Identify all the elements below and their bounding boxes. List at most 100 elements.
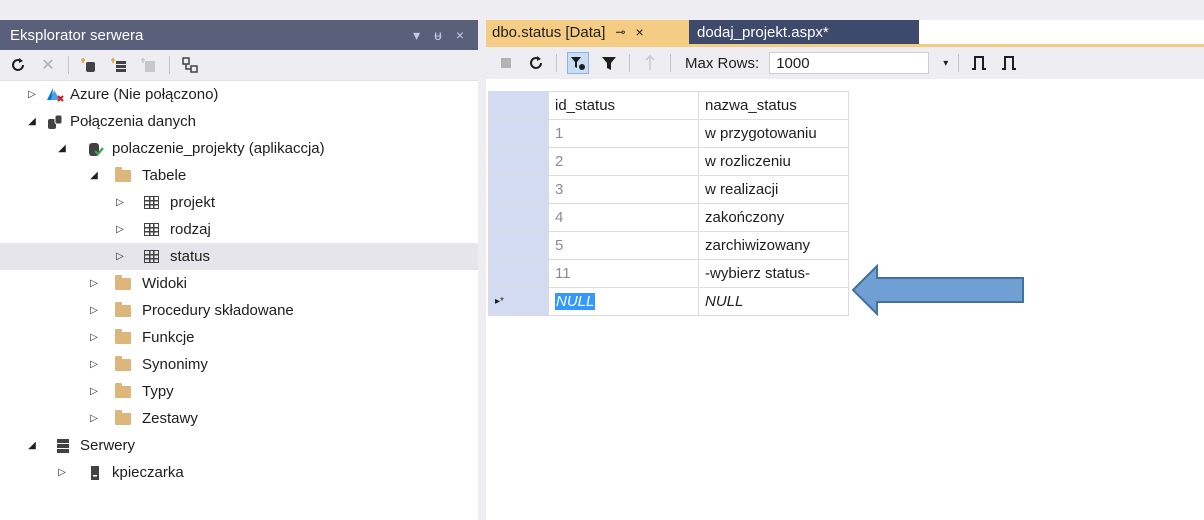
cell-id-status[interactable]: 5 (548, 231, 699, 260)
table-row[interactable]: 1 w przygotowaniu (488, 119, 849, 148)
expand-icon[interactable]: ▷ (88, 304, 100, 318)
expand-icon[interactable]: ▷ (114, 196, 126, 210)
collapse-icon[interactable]: ◢ (56, 142, 68, 156)
cell-nazwa-status[interactable]: w przygotowaniu (698, 119, 849, 148)
tree-item-tables[interactable]: ◢ Tabele (0, 162, 478, 189)
tree-item-types[interactable]: ▷ Typy (0, 378, 478, 405)
cell-id-status[interactable]: 11 (548, 259, 699, 288)
script-icon[interactable] (969, 53, 989, 73)
filter-icon[interactable] (599, 53, 619, 73)
tab-dbo-status-data[interactable]: dbo.status [Data] ⊸ × (486, 20, 689, 44)
row-header[interactable] (488, 147, 549, 176)
tab-label: dodaj_projekt.aspx* (697, 23, 829, 41)
max-rows-label: Max Rows: (685, 54, 760, 72)
tree-item-label: Serwery (80, 437, 136, 454)
tree-item-server-kpieczarka[interactable]: ▷ kpieczarka (0, 459, 478, 486)
export-icon[interactable] (640, 53, 660, 73)
refresh-icon[interactable] (8, 55, 28, 75)
table-row[interactable]: 3 w realizacji (488, 175, 849, 204)
new-row-marker[interactable]: ▸* (488, 287, 549, 316)
cell-nazwa-status[interactable]: -wybierz status- (698, 259, 849, 288)
expand-icon[interactable]: ▷ (88, 331, 100, 345)
connect-database-icon[interactable] (79, 55, 99, 75)
tree-item-stored-procedures[interactable]: ▷ Procedury składowane (0, 297, 478, 324)
table-icon (142, 194, 160, 212)
table-row[interactable]: 5 zarchiwizowany (488, 231, 849, 260)
table-row[interactable]: 4 zakończony (488, 203, 849, 232)
panel-pin-icon[interactable]: ᵾ (434, 27, 442, 43)
stop-query-icon[interactable] (496, 53, 516, 73)
row-header[interactable] (488, 119, 549, 148)
row-header[interactable] (488, 203, 549, 232)
tree-item-azure[interactable]: ▷ Azure (Nie połączono) (0, 81, 478, 108)
row-header[interactable] (488, 231, 549, 260)
chevron-down-icon[interactable]: ▾ (943, 58, 948, 69)
results-grid: id_status nazwa_status 1 w przygotowaniu… (488, 91, 849, 316)
expand-icon[interactable]: ▷ (114, 250, 126, 264)
expand-icon[interactable]: ▷ (56, 466, 68, 480)
null-value: NULL (555, 293, 596, 310)
cell-id-status[interactable]: 2 (548, 147, 699, 176)
collapse-icon[interactable]: ◢ (88, 169, 100, 183)
cell-id-status[interactable]: 1 (548, 119, 699, 148)
tab-dodaj-projekt[interactable]: dodaj_projekt.aspx* (689, 20, 919, 44)
cell-nazwa-status[interactable]: zarchiwizowany (698, 231, 849, 260)
toolbar-separator (556, 54, 557, 72)
data-toolbar: Max Rows: 1000 ▾ (486, 47, 1204, 79)
panel-close-icon[interactable]: × (456, 27, 464, 43)
azure-icon (46, 86, 64, 104)
tree-item-label: projekt (170, 194, 216, 211)
tree-item-label: polaczenie_projekty (aplikaccja) (112, 140, 325, 157)
row-header[interactable] (488, 259, 549, 288)
cell-id-status[interactable]: 4 (548, 203, 699, 232)
cell-nazwa-status[interactable]: zakończony (698, 203, 849, 232)
folder-icon (114, 328, 132, 347)
expand-icon[interactable]: ▷ (114, 223, 126, 237)
tree-item-functions[interactable]: ▷ Funkcje (0, 324, 478, 351)
panel-splitter[interactable] (478, 20, 486, 520)
cell-nazwa-status-new[interactable]: NULL (698, 287, 849, 316)
expand-icon[interactable]: ▷ (88, 412, 100, 426)
folder-icon (114, 274, 132, 293)
collapse-icon[interactable]: ◢ (26, 115, 38, 129)
diagram-icon[interactable] (180, 55, 200, 75)
cell-nazwa-status[interactable]: w realizacji (698, 175, 849, 204)
servers-icon (54, 437, 72, 455)
table-row[interactable]: 11 -wybierz status- (488, 259, 849, 288)
column-header-id-status[interactable]: id_status (548, 91, 699, 120)
tree-item-table-projekt[interactable]: ▷ projekt (0, 189, 478, 216)
expand-icon[interactable]: ▷ (88, 358, 100, 372)
panel-dropdown-icon[interactable]: ▾ (413, 27, 420, 44)
table-row[interactable]: 2 w rozliczeniu (488, 147, 849, 176)
script-alt-icon[interactable] (999, 53, 1019, 73)
max-rows-select[interactable]: 1000 (769, 52, 930, 74)
close-tab-icon[interactable]: × (635, 24, 643, 40)
row-header[interactable] (488, 175, 549, 204)
tree-item-label: rodzaj (170, 221, 211, 238)
grid-header-row: id_status nazwa_status (488, 91, 849, 120)
corner-cell[interactable] (488, 91, 549, 120)
tree-item-table-status[interactable]: ▷ status (0, 243, 478, 270)
cell-id-status-new[interactable]: NULL (548, 287, 699, 316)
stop-icon[interactable]: ✕ (38, 55, 58, 75)
tree-item-data-connections[interactable]: ◢ Połączenia danych (0, 108, 478, 135)
new-row[interactable]: ▸* NULL NULL (488, 287, 849, 316)
tree-item-connection[interactable]: ◢ polaczenie_projekty (aplikaccja) (0, 135, 478, 162)
column-header-nazwa-status[interactable]: nazwa_status (698, 91, 849, 120)
cell-id-status[interactable]: 3 (548, 175, 699, 204)
tree-item-table-rodzaj[interactable]: ▷ rodzaj (0, 216, 478, 243)
refresh-icon[interactable] (526, 53, 546, 73)
cell-nazwa-status[interactable]: w rozliczeniu (698, 147, 849, 176)
expand-icon[interactable]: ▷ (26, 88, 38, 102)
expand-icon[interactable]: ▷ (88, 277, 100, 291)
pin-icon[interactable]: ⊸ (615, 25, 625, 39)
tree-item-views[interactable]: ▷ Widoki (0, 270, 478, 297)
filter-sort-icon[interactable] (567, 52, 589, 74)
collapse-icon[interactable]: ◢ (26, 439, 38, 453)
tree-item-assemblies[interactable]: ▷ Zestawy (0, 405, 478, 432)
connect-server-icon[interactable] (109, 55, 129, 75)
tree-item-servers[interactable]: ◢ Serwery (0, 432, 478, 459)
tree-item-synonyms[interactable]: ▷ Synonimy (0, 351, 478, 378)
add-item-icon[interactable] (139, 55, 159, 75)
expand-icon[interactable]: ▷ (88, 385, 100, 399)
